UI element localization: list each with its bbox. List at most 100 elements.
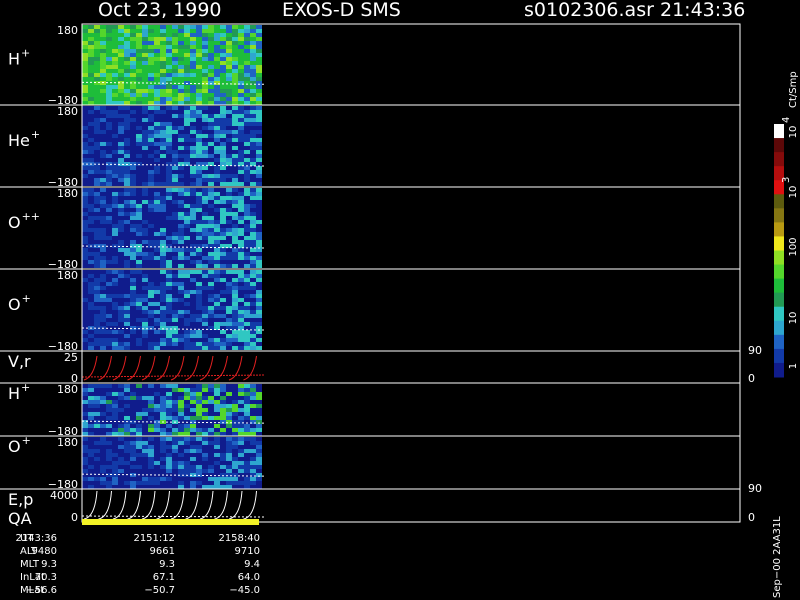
heatmap-cell [232, 310, 238, 314]
heatmap-cell [208, 85, 214, 89]
heatmap-cell [154, 248, 160, 252]
heatmap-cell [178, 45, 184, 49]
heatmap-cell [106, 477, 112, 481]
heatmap-cell [100, 216, 106, 220]
heatmap-cell [166, 338, 172, 342]
heatmap-cell [226, 204, 232, 208]
heatmap-cell [82, 142, 88, 146]
heatmap-cell [136, 158, 142, 162]
heatmap-cell [124, 150, 130, 154]
heatmap-cell [106, 310, 112, 314]
heatmap-cell [256, 326, 262, 330]
heatmap-cell [256, 154, 262, 158]
heatmap-cell [88, 138, 94, 142]
heatmap-cell [154, 330, 160, 334]
heatmap-cell [124, 388, 130, 392]
heatmap-cell [196, 57, 202, 61]
heatmap-cell [112, 432, 118, 436]
heatmap-cell [118, 212, 124, 216]
heatmap-cell [202, 77, 208, 81]
heatmap-cell [160, 114, 166, 118]
heatmap-cell [220, 69, 226, 73]
heatmap-cell [136, 110, 142, 114]
heatmap-cell [148, 400, 154, 404]
heatmap-cell [196, 228, 202, 232]
heatmap-cell [148, 188, 154, 192]
heatmap-cell [208, 114, 214, 118]
heatmap-cell [220, 178, 226, 182]
heatmap-cell [154, 57, 160, 61]
heatmap-cell [166, 270, 172, 274]
heatmap-cell [118, 158, 124, 162]
heatmap-cell [118, 457, 124, 461]
heatmap-cell [82, 33, 88, 37]
heatmap-cell [238, 106, 244, 110]
heatmap-cell [226, 388, 232, 392]
heatmap-cell [202, 346, 208, 350]
heatmap-cell [256, 256, 262, 260]
heatmap-cell [184, 97, 190, 101]
heatmap-cell [82, 322, 88, 326]
heatmap-cell [88, 384, 94, 388]
heatmap-cell [142, 432, 148, 436]
heatmap-cell [226, 61, 232, 65]
footer-cell: 2158:40 [218, 533, 260, 544]
heatmap-cell [100, 158, 106, 162]
heatmap-cell [118, 453, 124, 457]
heatmap-cell [190, 252, 196, 256]
heatmap-cell [142, 465, 148, 469]
heatmap-cell [136, 465, 142, 469]
heatmap-cell [124, 188, 130, 192]
heatmap-cell [220, 290, 226, 294]
heatmap-cell [256, 216, 262, 220]
heatmap-cell [232, 85, 238, 89]
heatmap-cell [184, 174, 190, 178]
heatmap-cell [94, 73, 100, 77]
heatmap-cell [226, 29, 232, 33]
heatmap-cell [232, 384, 238, 388]
heatmap-cell [166, 428, 172, 432]
heatmap-cell [256, 298, 262, 302]
heatmap-cell [82, 57, 88, 61]
heatmap-cell [196, 298, 202, 302]
heatmap-cell [112, 240, 118, 244]
heatmap-cell [196, 61, 202, 65]
heatmap-cell [88, 73, 94, 77]
heatmap-cell [250, 37, 256, 41]
heatmap-cell [142, 142, 148, 146]
heatmap-cell [172, 126, 178, 130]
heatmap-cell [244, 69, 250, 73]
heatmap-cell [172, 477, 178, 481]
velocity-trace [199, 355, 214, 381]
heatmap-cell [154, 326, 160, 330]
heatmap-cell [220, 196, 226, 200]
heatmap-cell [124, 114, 130, 118]
heatmap-cell [190, 408, 196, 412]
heatmap-cell [232, 302, 238, 306]
footer-row-name: MLT [20, 559, 40, 570]
heatmap-cell [148, 178, 154, 182]
heatmap-cell [94, 294, 100, 298]
heatmap-cell [112, 37, 118, 41]
heatmap-cell [202, 192, 208, 196]
heatmap-cell [88, 158, 94, 162]
heatmap-cell [112, 252, 118, 256]
heatmap-cell [130, 196, 136, 200]
heatmap-cell [256, 294, 262, 298]
heatmap-cell [118, 146, 124, 150]
heatmap-cell [124, 61, 130, 65]
heatmap-cell [208, 25, 214, 29]
heatmap-cell [160, 118, 166, 122]
heatmap-cell [112, 314, 118, 318]
heatmap-cell [154, 220, 160, 224]
heatmap-cell [100, 441, 106, 445]
heatmap-cell [226, 142, 232, 146]
heatmap-cell [184, 25, 190, 29]
heatmap-cell [220, 118, 226, 122]
heatmap-cell [118, 174, 124, 178]
heatmap-cell [220, 346, 226, 350]
panel-label: H [8, 384, 20, 403]
heatmap-cell [124, 346, 130, 350]
heatmap-cell [196, 97, 202, 101]
panel-label-sup: + [21, 47, 30, 60]
